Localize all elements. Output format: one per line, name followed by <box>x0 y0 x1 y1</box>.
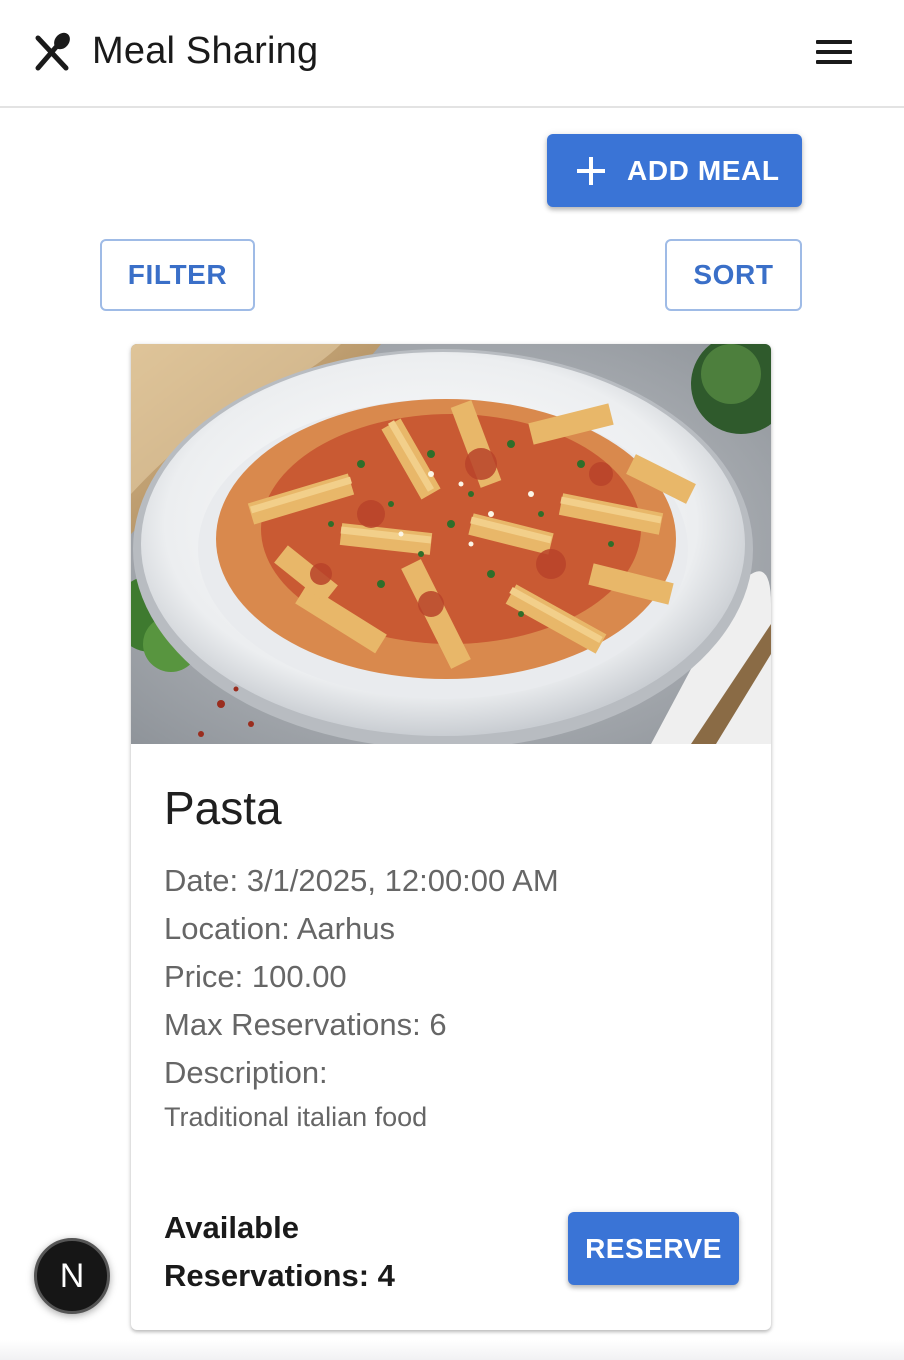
available-reservations: Available Reservations: 4 <box>164 1210 395 1293</box>
meal-price: Price: 100.00 <box>164 959 347 994</box>
meal-date: Date: 3/1/2025, 12:00:00 AM <box>164 863 559 898</box>
meal-image <box>131 344 771 744</box>
app-bar: Meal Sharing <box>0 0 904 108</box>
bottom-edge <box>0 1340 904 1360</box>
meal-max-reservations: Max Reservations: 6 <box>164 1007 447 1042</box>
sort-button[interactable]: SORT <box>665 239 802 311</box>
hamburger-menu-icon[interactable] <box>808 32 860 72</box>
meal-description-label: Description: <box>164 1055 328 1090</box>
add-meal-label: ADD MEAL <box>627 154 780 186</box>
add-meal-button[interactable]: ADD MEAL <box>547 134 802 207</box>
reserve-button[interactable]: RESERVE <box>568 1212 739 1285</box>
meal-location: Location: Aarhus <box>164 911 395 946</box>
fork-spoon-crossed-icon <box>35 32 70 71</box>
meal-description: Traditional italian food <box>164 1102 428 1132</box>
nextjs-logo-icon[interactable]: N <box>34 1238 110 1314</box>
nextjs-badge-letter: N <box>59 1256 85 1295</box>
plus-icon <box>577 156 605 185</box>
filter-button[interactable]: FILTER <box>100 239 255 311</box>
app-title[interactable]: Meal Sharing <box>92 28 318 74</box>
meal-title: Pasta <box>164 782 282 834</box>
meal-card: Pasta Date: 3/1/2025, 12:00:00 AM Locati… <box>131 344 771 1330</box>
